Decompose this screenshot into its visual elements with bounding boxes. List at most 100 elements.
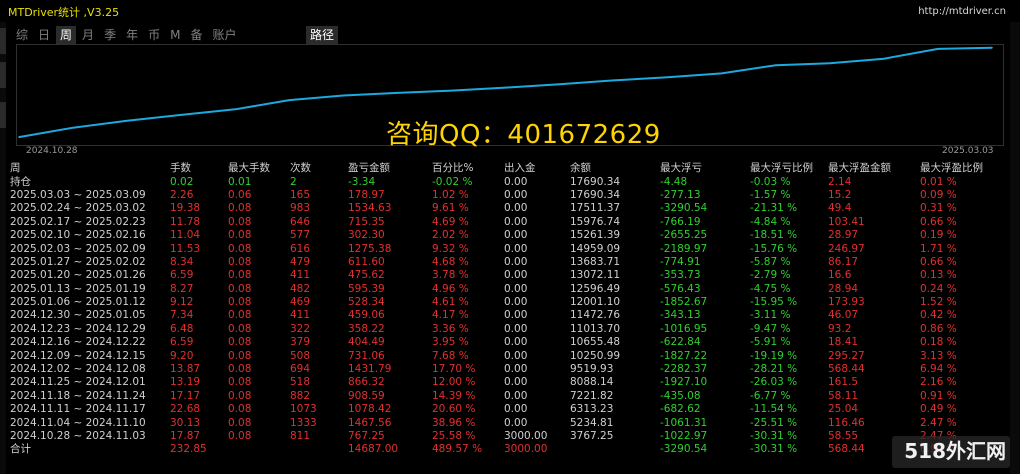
weekly-stats-table: 周 手数 最大手数 次数 盈亏金额 百分比% 出入金 余额 最大浮亏 最大浮亏比例 最大浮盈金额 最大…: [10, 162, 1005, 457]
table-row[interactable]: 2025.02.10 ~ 2025.02.16 11.04 0.08 577 302.3…: [10, 229, 1005, 242]
table-row[interactable]: 2024.11.11 ~ 2024.11.17 22.68 0.08 1073 1078…: [10, 403, 1005, 416]
cell-week: 2024.12.09 ~ 2024.12.15: [10, 349, 146, 362]
cell-max-float-loss-pct: -0.03 %: [750, 175, 791, 188]
site-url-link[interactable]: http://mtdriver.cn: [918, 6, 1006, 17]
cell-max-float-loss: -774.91: [660, 255, 701, 268]
table-row[interactable]: 2025.01.20 ~ 2025.01.26 6.59 0.08 411 475.62…: [10, 269, 1005, 282]
header-week: 周: [10, 162, 21, 175]
tab-day[interactable]: 日: [34, 26, 54, 44]
table-row[interactable]: 2025.03.03 ~ 2025.03.09 2.26 0.06 165 178.97…: [10, 189, 1005, 202]
cell-max-float-loss-pct: -1.57 %: [750, 188, 791, 201]
table-row[interactable]: 2025.01.06 ~ 2025.01.12 9.12 0.08 469 528.34…: [10, 296, 1005, 309]
cell-trades: 379: [290, 336, 311, 349]
cell-percent: 7.68 %: [432, 349, 469, 362]
cell-week: 2025.02.24 ~ 2025.03.02: [10, 202, 146, 215]
cell-max-float-profit: 161.5: [828, 376, 859, 389]
cell-max-float-profit-pct: 0.66 %: [920, 215, 957, 228]
tab-summary[interactable]: 综: [12, 26, 32, 44]
cell-week: 2025.02.10 ~ 2025.02.16: [10, 229, 146, 242]
table-row[interactable]: 2025.02.17 ~ 2025.02.23 11.78 0.08 646 715.3…: [10, 216, 1005, 229]
header-max-float-profit-pct: 最大浮盈比例: [920, 162, 983, 175]
table-row-holding[interactable]: 持仓 0.02 0.01 2 -3.34 -0.02 % 0.00 17690.34 -4.48…: [10, 175, 1005, 188]
cell-max-float-profit-pct: 0.91 %: [920, 389, 957, 402]
cell-profit: 715.35: [348, 215, 385, 228]
cell-deposit: 0.00: [504, 416, 528, 429]
cell-profit: 595.39: [348, 282, 385, 295]
cell-lots: 6.59: [170, 336, 194, 349]
cell-max-float-loss-pct: -30.31 %: [750, 443, 798, 456]
cell-max-float-loss-pct: -4.84 %: [750, 215, 791, 228]
cell-max-float-profit-pct: 3.13 %: [920, 349, 957, 362]
table-row[interactable]: 2024.12.16 ~ 2024.12.22 6.59 0.08 379 404.49…: [10, 336, 1005, 349]
equity-point: [720, 72, 723, 75]
cell-max-float-profit-pct: 1.71 %: [920, 242, 957, 255]
table-row[interactable]: 2024.10.28 ~ 2024.11.03 17.87 0.08 811 767.2…: [10, 430, 1005, 443]
tab-currency[interactable]: 币: [144, 26, 164, 44]
cell-max-float-profit-pct: 0.18 %: [920, 336, 957, 349]
tab-quarter[interactable]: 季: [100, 26, 120, 44]
cell-max-float-loss-pct: -19.19 %: [750, 349, 798, 362]
table-row-total[interactable]: 合计 232.85 14687.00 489.57 % 3000.00 -3290.54 -…: [10, 443, 1005, 456]
cell-balance: 13683.71: [570, 255, 621, 268]
cell-max-lots: 0.08: [228, 296, 252, 309]
tab-account[interactable]: 账户: [208, 26, 240, 44]
right-scroll-edge[interactable]: [1010, 22, 1020, 474]
cell-max-float-profit-pct: 0.13 %: [920, 269, 957, 282]
period-tabs: 综 日 周 月 季 年 币 M 备 账户: [12, 26, 241, 44]
cell-max-float-loss: -1016.95: [660, 322, 708, 335]
cell-lots: 11.78: [170, 215, 201, 228]
cell-percent: 4.17 %: [432, 309, 469, 322]
cell-percent: -0.02 %: [432, 175, 473, 188]
cell-max-lots: 0.08: [228, 376, 252, 389]
cell-trades: 411: [290, 269, 311, 282]
title-bar: MTDriver统计 ,V3.25 http://mtdriver.cn: [0, 0, 1020, 22]
cell-lots: 2.26: [170, 188, 194, 201]
tab-notes[interactable]: 备: [186, 26, 206, 44]
table-row[interactable]: 2024.11.25 ~ 2024.12.01 13.19 0.08 518 866.3…: [10, 376, 1005, 389]
equity-point: [450, 89, 453, 92]
tab-month[interactable]: 月: [78, 26, 98, 44]
table-row[interactable]: 2024.12.09 ~ 2024.12.15 9.20 0.08 508 731.06…: [10, 349, 1005, 362]
cell-percent: 38.96 %: [432, 416, 476, 429]
cell-deposit: 0.00: [504, 229, 528, 242]
table-row[interactable]: 2024.11.18 ~ 2024.11.24 17.17 0.08 882 908.5…: [10, 390, 1005, 403]
table-row[interactable]: 2024.12.02 ~ 2024.12.08 13.87 0.08 694 1431.…: [10, 363, 1005, 376]
cell-lots: 11.04: [170, 229, 201, 242]
cell-max-float-loss-pct: -2.79 %: [750, 269, 791, 282]
cell-trades: 811: [290, 430, 311, 442]
cell-week: 2025.01.20 ~ 2025.01.26: [10, 269, 146, 282]
cell-week: 2025.01.27 ~ 2025.02.02: [10, 255, 146, 268]
table-row[interactable]: 2025.02.03 ~ 2025.02.09 11.53 0.08 616 1275.…: [10, 242, 1005, 255]
cell-deposit: 0.00: [504, 202, 528, 215]
cell-deposit: 0.00: [504, 309, 528, 322]
cell-max-float-profit: 58.11: [828, 389, 859, 402]
table-header-row[interactable]: 周 手数 最大手数 次数 盈亏金额 百分比% 出入金 余额 最大浮亏 最大浮亏比例 最大浮盈金额 最大…: [10, 162, 1005, 175]
table-row[interactable]: 2025.01.27 ~ 2025.02.02 8.34 0.08 479 611.60…: [10, 256, 1005, 269]
cell-balance: [570, 443, 660, 456]
cell-lots: 17.87: [170, 430, 201, 442]
cell-max-float-loss: -4.48: [660, 175, 688, 188]
tab-year[interactable]: 年: [122, 26, 142, 44]
table-row[interactable]: 2024.12.23 ~ 2024.12.29 6.48 0.08 322 358.22…: [10, 323, 1005, 336]
table-row[interactable]: 2025.01.13 ~ 2025.01.19 8.27 0.08 482 595.39…: [10, 283, 1005, 296]
cell-max-float-loss: -1022.97: [660, 430, 708, 442]
cell-max-float-profit: 25.04: [828, 403, 859, 416]
cell-max-float-loss-pct: -18.51 %: [750, 229, 798, 242]
tab-week[interactable]: 周: [56, 26, 77, 44]
cell-balance: 15261.39: [570, 229, 621, 242]
table-row[interactable]: 2025.02.24 ~ 2025.03.02 19.38 0.08 983 1534.…: [10, 202, 1005, 215]
app-title: MTDriver统计 ,V3.25: [8, 6, 120, 19]
cell-max-float-loss: -576.43: [660, 282, 701, 295]
table-row[interactable]: 2024.11.04 ~ 2024.11.10 30.13 0.08 1333 1467…: [10, 416, 1005, 429]
cell-week: 2025.02.03 ~ 2025.02.09: [10, 242, 146, 255]
equity-point: [666, 76, 669, 79]
header-lots: 手数: [170, 162, 191, 175]
cell-balance: 13072.11: [570, 269, 621, 282]
tab-route[interactable]: 路径: [306, 26, 339, 44]
table-row[interactable]: 2024.12.30 ~ 2025.01.05 7.34 0.08 411 459.06…: [10, 309, 1005, 322]
cell-balance: 3767.25: [570, 430, 614, 442]
cell-trades: 479: [290, 255, 311, 268]
cell-trades: 577: [290, 229, 311, 242]
cell-week: 2025.03.03 ~ 2025.03.09: [10, 188, 146, 201]
tab-m[interactable]: M: [166, 26, 184, 44]
